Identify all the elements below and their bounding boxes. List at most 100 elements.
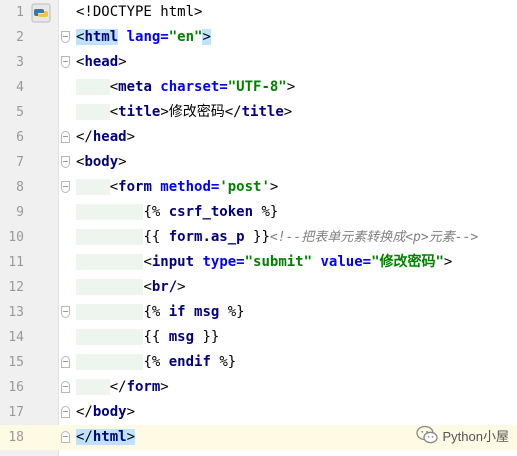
- wechat-icon: [415, 425, 438, 444]
- line-number: 1: [16, 5, 24, 20]
- template-delimiter: {{: [143, 329, 169, 345]
- attribute: type=: [194, 254, 245, 270]
- bracket: >: [286, 79, 296, 95]
- tag-name: title: [241, 104, 284, 120]
- line-number: 11: [8, 255, 24, 270]
- line-number: 3: [16, 55, 24, 70]
- bracket: >: [177, 279, 186, 295]
- tag-name: body: [84, 154, 119, 170]
- code-line-10[interactable]: 10 {{ form.as_p }}<!--把表单元素转换成<p>元素-->: [0, 225, 517, 250]
- line-number: 2: [16, 30, 24, 45]
- tag-name: head: [92, 129, 127, 145]
- code-line-9[interactable]: 9 {% csrf_token %}: [0, 200, 517, 225]
- bracket: >: [126, 429, 136, 445]
- code-line-7[interactable]: 7 <body>: [0, 150, 517, 175]
- code-text: <br/>: [76, 275, 186, 300]
- line-number: 17: [8, 405, 24, 420]
- bracket: >: [118, 54, 127, 70]
- fold-marker[interactable]: [61, 381, 70, 393]
- watermark-text: Python小屋: [442, 428, 509, 444]
- code-line-4[interactable]: 4 <meta charset="UTF-8">: [0, 75, 517, 100]
- tag-name: body: [92, 404, 127, 420]
- fold-marker[interactable]: [61, 131, 70, 143]
- fold-marker[interactable]: [61, 406, 70, 418]
- bracket: >: [202, 29, 211, 45]
- line-number: 6: [16, 130, 24, 145]
- code-line-11[interactable]: 11 <input type="submit" value="修改密码">: [0, 250, 517, 275]
- code-line-2[interactable]: 2 <html lang="en">: [0, 25, 517, 50]
- code-line-8[interactable]: 8 <form method='post'>: [0, 175, 517, 200]
- fold-marker[interactable]: [61, 31, 70, 43]
- code-line-1[interactable]: 1 <!DOCTYPE html>: [0, 0, 517, 25]
- code-text: {% csrf_token %}: [76, 200, 278, 225]
- attribute: method=: [151, 179, 220, 195]
- line-number: 9: [16, 205, 24, 220]
- code-text: <head>: [76, 50, 127, 75]
- bracket: <: [109, 104, 119, 120]
- attribute-value: "en": [168, 29, 203, 45]
- template-delimiter: }}: [194, 329, 220, 345]
- line-number: 16: [8, 380, 24, 395]
- code-text: <meta charset="UTF-8">: [76, 75, 295, 100]
- code-text: </html>: [76, 425, 136, 450]
- fold-marker[interactable]: [61, 56, 70, 68]
- bracket: <: [143, 279, 152, 295]
- attribute-value: 'post': [219, 179, 270, 195]
- code-text: </head>: [76, 125, 135, 150]
- line-number: 14: [8, 330, 24, 345]
- bracket: >: [118, 154, 127, 170]
- line-number: 4: [16, 80, 24, 95]
- bracket: <: [109, 179, 119, 195]
- code-text: {% endif %}: [76, 350, 236, 375]
- code-line-15[interactable]: 15 {% endif %}: [0, 350, 517, 375]
- bracket: >: [269, 179, 279, 195]
- bracket: >: [126, 129, 136, 145]
- fold-marker[interactable]: [61, 156, 70, 168]
- bracket: <: [109, 79, 119, 95]
- fold-marker[interactable]: [61, 306, 70, 318]
- template-delimiter: }}: [244, 229, 270, 245]
- html-comment: 元素-->: [428, 230, 479, 245]
- tag-name: form: [118, 179, 152, 195]
- code-line-16[interactable]: 16 </form>: [0, 375, 517, 400]
- code-text: <!DOCTYPE html>: [76, 0, 202, 25]
- bracket: </: [76, 129, 93, 145]
- template-keyword: endif: [168, 354, 211, 370]
- line-number: 5: [16, 105, 24, 120]
- template-delimiter: {%: [143, 304, 169, 320]
- code-text: </body>: [76, 400, 135, 425]
- fold-marker[interactable]: [61, 356, 70, 368]
- line-number: 10: [8, 230, 24, 245]
- code-text: <html lang="en">: [76, 25, 211, 50]
- line-number: 18: [8, 430, 24, 445]
- code-text: <input type="submit" value="修改密码">: [76, 250, 452, 275]
- tag-name: br/: [151, 279, 178, 295]
- code-text: <body>: [76, 150, 127, 175]
- code-text: {{ form.as_p }}<!--把表单元素转换成<p>元素-->: [76, 225, 478, 250]
- fold-marker[interactable]: [61, 181, 70, 193]
- python-icon: [31, 3, 51, 23]
- template-variable: msg: [194, 304, 220, 320]
- code-line-13[interactable]: 13 {% if msg %}: [0, 300, 517, 325]
- fold-marker[interactable]: [61, 431, 70, 443]
- tag-name: meta: [118, 79, 152, 95]
- template-delimiter: %}: [253, 204, 279, 220]
- code-line-5[interactable]: 5 <title>修改密码</title>: [0, 100, 517, 125]
- tag-name: html: [84, 29, 119, 45]
- line-number: 13: [8, 305, 24, 320]
- title-text: 修改密码: [168, 104, 225, 120]
- code-line-3[interactable]: 3 <head>: [0, 50, 517, 75]
- tag-name: input: [151, 254, 195, 270]
- code-line-17[interactable]: 17 </body>: [0, 400, 517, 425]
- code-text: </form>: [76, 375, 169, 400]
- code-line-14[interactable]: 14 {{ msg }}: [0, 325, 517, 350]
- code-line-12[interactable]: 12 <br/>: [0, 275, 517, 300]
- bracket: >: [160, 104, 169, 120]
- template-delimiter: {%: [143, 204, 169, 220]
- attribute-value: "UTF-8": [227, 79, 287, 95]
- bracket: <: [143, 254, 152, 270]
- code-editor[interactable]: 1 <!DOCTYPE html> 2 <html lang="en"> 3 <…: [0, 0, 517, 456]
- code-line-6[interactable]: 6 </head>: [0, 125, 517, 150]
- attribute-value: "submit": [244, 254, 313, 270]
